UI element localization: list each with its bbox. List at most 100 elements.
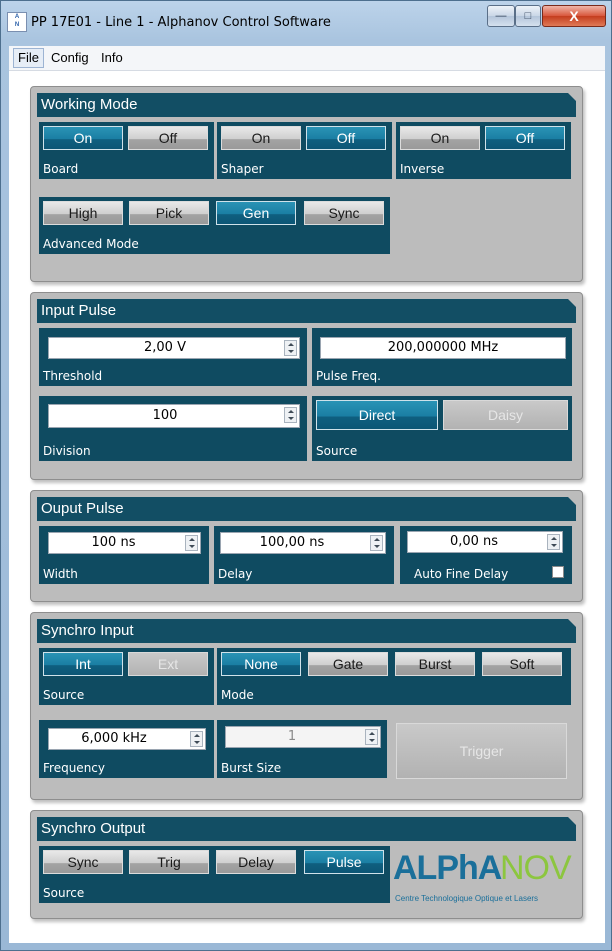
width-group: 100 ns Width [39,526,209,584]
logo-tagline: Centre Technologique Optique et Lasers [395,894,539,903]
threshold-group: 2,00 V Threshold [39,328,307,386]
board-on-button[interactable]: On [43,126,123,150]
delay-group: 100,00 ns Delay [214,526,394,584]
pulse-freq-group: 200,000000 MHz Pulse Freq. [312,328,572,386]
division-label: Division [43,444,91,458]
working-mode-title: Working Mode [37,93,576,117]
fine-delay-spinner-icon[interactable] [547,534,560,550]
advanced-mode-group: High Pick Gen Sync Advanced Mode [39,197,390,254]
sync-source-label: Source [43,688,85,702]
burst-size-group: 1 Burst Size [217,720,387,778]
width-input[interactable]: 100 ns [48,532,201,554]
synchro-input-panel: Synchro Input Int Ext Source None Gate B… [30,612,583,800]
source-direct-button[interactable]: Direct [316,400,438,430]
frequency-group: 6,000 kHz Frequency [39,720,214,778]
sync-output-source-group: Sync Trig Delay Pulse Source [39,846,390,903]
output-pulse-button[interactable]: Pulse [304,850,384,874]
division-spinner-icon[interactable] [284,407,297,423]
window-title: PP 17E01 - Line 1 - Alphanov Control Sof… [31,15,331,30]
menu-bar: File Config Info [9,46,605,71]
burst-size-value: 1 [287,729,297,744]
trigger-button[interactable]: Trigger [396,723,567,779]
menu-file[interactable]: File [13,48,44,68]
close-button[interactable]: X [542,5,606,27]
output-pulse-panel: Ouput Pulse 100 ns Width 100,00 ns Delay… [30,490,583,602]
division-input[interactable]: 100 [48,404,300,428]
threshold-input[interactable]: 2,00 V [48,337,300,359]
input-pulse-panel: Input Pulse 2,00 V Threshold 200,000000 … [30,292,583,480]
delay-input[interactable]: 100,00 ns [220,532,386,554]
sync-mode-group: None Gate Burst Soft Mode [217,648,571,705]
inverse-on-button[interactable]: On [400,126,480,150]
board-off-button[interactable]: Off [128,126,208,150]
output-pulse-title: Ouput Pulse [37,497,576,521]
sync-output-source-label: Source [43,886,85,900]
pulse-freq-label: Pulse Freq. [316,369,381,383]
frequency-value: 6,000 kHz [81,731,147,746]
advanced-pick-button[interactable]: Pick [129,201,209,225]
output-trig-button[interactable]: Trig [129,850,209,874]
width-spinner-icon[interactable] [185,535,198,551]
close-icon: X [569,8,579,24]
sync-source-ext-button[interactable]: Ext [128,652,208,676]
app-window: AN PP 17E01 - Line 1 - Alphanov Control … [0,0,612,951]
working-mode-panel: Working Mode On Off Board On Off Shaper … [30,86,583,282]
burst-size-spinner-icon[interactable] [365,729,378,745]
sync-source-group: Int Ext Source [39,648,214,705]
minimize-icon: — [495,10,507,22]
frequency-label: Frequency [43,761,105,775]
shaper-on-button[interactable]: On [221,126,301,150]
menu-info[interactable]: Info [97,49,127,67]
delay-value: 100,00 ns [259,535,325,550]
pulse-freq-value: 200,000000 MHz [387,340,499,355]
output-sync-button[interactable]: Sync [43,850,123,874]
shaper-group: On Off Shaper [217,122,392,179]
logo-nov-text: NOV [500,849,572,887]
frequency-spinner-icon[interactable] [190,731,203,747]
inverse-off-button[interactable]: Off [485,126,565,150]
mode-burst-button[interactable]: Burst [395,652,475,676]
board-group: On Off Board [39,122,214,179]
output-delay-button[interactable]: Delay [216,850,296,874]
mode-none-button[interactable]: None [221,652,301,676]
mode-soft-button[interactable]: Soft [482,652,562,676]
width-value: 100 ns [91,535,136,550]
sync-source-int-button[interactable]: Int [43,652,123,676]
delay-label: Delay [218,567,253,581]
synchro-output-panel: Synchro Output Sync Trig Delay Pulse Sou… [30,810,583,919]
inverse-group: On Off Inverse [396,122,571,179]
synchro-input-title: Synchro Input [37,619,576,643]
app-logo-icon: AN [7,12,27,32]
fine-delay-value: 0,00 ns [449,534,499,549]
advanced-mode-label: Advanced Mode [43,237,139,251]
burst-size-label: Burst Size [221,761,282,775]
advanced-high-button[interactable]: High [43,201,123,225]
board-label: Board [43,162,79,176]
maximize-icon: □ [524,10,532,22]
sync-mode-label: Mode [221,688,254,702]
advanced-sync-button[interactable]: Sync [304,201,384,225]
alphanov-logo: ALPhA NOV Centre Technologique Optique e… [393,849,573,909]
auto-fine-delay-checkbox[interactable] [552,566,564,578]
inverse-label: Inverse [400,162,445,176]
pulse-freq-field: 200,000000 MHz [320,337,566,359]
threshold-label: Threshold [43,369,103,383]
minimize-button[interactable]: — [487,5,515,27]
synchro-output-title: Synchro Output [37,817,576,841]
division-value: 100 [152,408,178,423]
source-daisy-button[interactable]: Daisy [443,400,568,430]
advanced-gen-button[interactable]: Gen [216,201,296,225]
width-label: Width [43,567,78,581]
mode-gate-button[interactable]: Gate [308,652,388,676]
maximize-button[interactable]: □ [515,5,541,27]
fine-delay-input[interactable]: 0,00 ns [407,531,563,553]
input-source-group: Direct Daisy Source [312,396,572,461]
menu-config[interactable]: Config [47,49,93,67]
frequency-input[interactable]: 6,000 kHz [48,728,206,750]
threshold-value: 2,00 V [144,340,186,355]
burst-size-input[interactable]: 1 [225,726,381,748]
shaper-off-button[interactable]: Off [306,126,386,150]
title-bar[interactable]: AN PP 17E01 - Line 1 - Alphanov Control … [1,1,611,45]
delay-spinner-icon[interactable] [370,535,383,551]
threshold-spinner-icon[interactable] [284,340,297,356]
